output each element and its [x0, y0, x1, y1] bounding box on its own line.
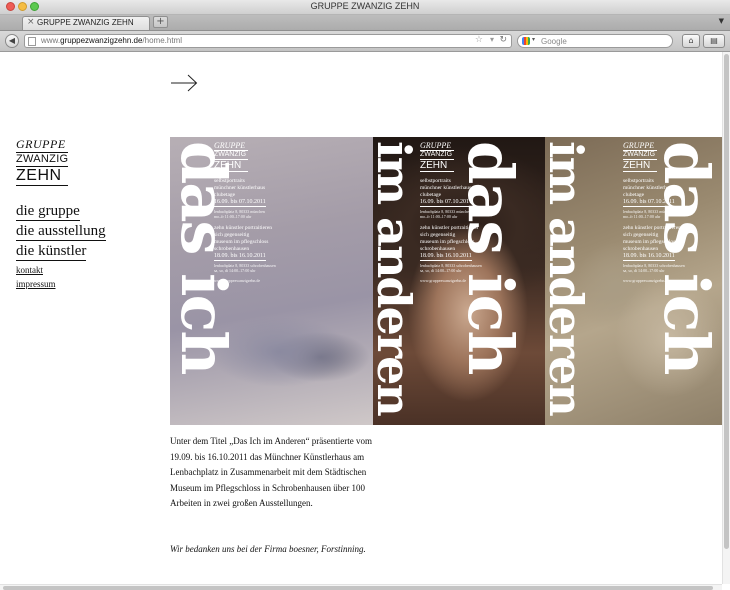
site-logo[interactable]: GRUPPE ZWANZIG ZEHN — [16, 138, 68, 186]
search-input[interactable] — [541, 35, 666, 47]
poster-3-small-2: lenbachplatz 8, 80333 schrobenhausen sa,… — [623, 263, 685, 273]
url-prefix: www. — [41, 36, 61, 45]
reload-icon[interactable]: ↻ — [499, 35, 507, 45]
poster-2-text-1: selbstportraits münchner künstlerhaus cl… — [420, 178, 472, 198]
nav-link-die-kuenstler[interactable]: die künstler — [16, 242, 87, 261]
poster-3-date-2: 18.09. bis 16.10.2011 — [623, 253, 675, 261]
tab-close-icon[interactable]: × — [27, 17, 35, 27]
poster-1-small-1: lenbachplatz 8, 80333 münchen mo–fr 11:0… — [214, 209, 265, 219]
browser-toolbar: ◀ www.gruppezwanzigzehn.de/home.html ☆ ▾… — [0, 31, 730, 52]
vertical-scrollbar[interactable] — [722, 52, 730, 584]
window-title: GRUPPE ZWANZIG ZEHN — [310, 1, 420, 11]
nav-link-impressum[interactable]: impressum — [16, 278, 56, 291]
tab-bar: × GRUPPE ZWANZIG ZEHN + ▼ — [0, 15, 730, 31]
exhibition-description: Unter dem Titel „Das Ich im Anderen“ prä… — [170, 436, 372, 508]
google-icon[interactable] — [522, 37, 530, 45]
poster-1-logo-2: ZWANZIG — [214, 151, 248, 160]
poster-3-text-2: zehn künstler portraitieren sich gegense… — [623, 225, 682, 252]
web-page: GRUPPE ZWANZIG ZEHN die gruppe die ausst… — [0, 52, 722, 584]
poster-3: im anderen das ich GRUPPE ZWANZIG ZEHN s… — [545, 137, 722, 425]
poster-3-subtitle: im anderen — [545, 141, 593, 415]
logo-line-1: GRUPPE — [16, 138, 68, 153]
poster-3-logo-2: ZWANZIG — [623, 151, 657, 160]
poster-2-info: GRUPPE ZWANZIG ZEHN selbstportraits münc… — [420, 141, 482, 283]
poster-1: das ich GRUPPE ZWANZIG ZEHN selbstportra… — [170, 137, 373, 425]
poster-banner: das ich GRUPPE ZWANZIG ZEHN selbstportra… — [170, 137, 722, 425]
tab-label: GRUPPE ZWANZIG ZEHN — [37, 18, 134, 27]
page-icon — [28, 37, 36, 46]
sponsor-thanks: Wir bedanken uns bei der Firma boesner, … — [170, 544, 366, 554]
poster-2-web: www.gruppezwanzigzehn.de — [420, 278, 467, 283]
nav-link-die-ausstellung[interactable]: die ausstellung — [16, 222, 106, 241]
url-dropdown-icon[interactable]: ▾ — [490, 35, 494, 44]
poster-3-date-1: 16.09. bis 07.10.2011 — [623, 199, 675, 207]
poster-3-small-1: lenbachplatz 8, 80333 münchen mo–fr 11:0… — [623, 209, 674, 219]
main-nav: die gruppe die ausstellung die künstler … — [16, 202, 106, 291]
new-tab-button[interactable]: + — [153, 16, 168, 28]
poster-2-logo-1: GRUPPE — [420, 141, 454, 151]
poster-2-logo-2: ZWANZIG — [420, 151, 454, 160]
poster-2-text-2: zehn künstler portraitieren sich gegense… — [420, 225, 479, 252]
poster-1-logo-1: GRUPPE — [214, 141, 248, 151]
poster-1-text-1: selbstportraits münchner künstlerhaus cl… — [214, 178, 266, 198]
poster-3-info: GRUPPE ZWANZIG ZEHN selbstportraits münc… — [623, 141, 685, 283]
poster-1-date-1: 16.09. bis 07.10.2011 — [214, 199, 266, 207]
title-bar: GRUPPE ZWANZIG ZEHN — [0, 0, 730, 15]
back-button[interactable]: ◀ — [5, 34, 19, 48]
home-button[interactable]: ⌂ — [682, 34, 700, 48]
poster-1-web: www.gruppezwanzigzehn.de — [214, 278, 261, 283]
tab-overflow-icon[interactable]: ▼ — [719, 17, 724, 25]
poster-2-small-1: lenbachplatz 8, 80333 münchen mo–fr 11:0… — [420, 209, 471, 219]
logo-line-3: ZEHN — [16, 167, 68, 186]
poster-2: im anderen das ich GRUPPE ZWANZIG ZEHN s… — [373, 137, 545, 425]
poster-3-web: www.gruppezwanzigzehn.de — [623, 278, 670, 283]
nav-link-kontakt[interactable]: kontakt — [16, 264, 43, 277]
vertical-scrollbar-thumb[interactable] — [724, 54, 729, 549]
poster-1-text-2: zehn künstler portraitieren sich gegense… — [214, 225, 273, 252]
poster-3-logo-3: ZEHN — [623, 160, 657, 172]
tab-active[interactable]: × GRUPPE ZWANZIG ZEHN — [22, 16, 150, 30]
bookmarks-button[interactable]: ▤ — [703, 34, 725, 48]
poster-3-text-1: selbstportraits münchner künstlerhaus cl… — [623, 178, 675, 198]
horizontal-scrollbar[interactable] — [0, 584, 722, 590]
next-arrow-icon[interactable] — [170, 74, 198, 92]
poster-2-subtitle: im anderen — [373, 141, 421, 415]
poster-2-small-2: lenbachplatz 8, 80333 schrobenhausen sa,… — [420, 263, 482, 273]
search-bar[interactable]: ▾ — [517, 34, 673, 48]
nav-link-die-gruppe[interactable]: die gruppe — [16, 202, 80, 221]
poster-3-logo-1: GRUPPE — [623, 141, 657, 151]
url-path: /home.html — [142, 36, 182, 45]
poster-1-date-2: 18.09. bis 16.10.2011 — [214, 253, 266, 261]
url-domain: gruppezwanzigzehn.de — [60, 36, 143, 45]
poster-2-logo-3: ZEHN — [420, 160, 454, 172]
url-text[interactable]: www.gruppezwanzigzehn.de/home.html — [41, 36, 182, 45]
poster-1-info: GRUPPE ZWANZIG ZEHN selbstportraits münc… — [214, 141, 276, 283]
poster-2-date-2: 18.09. bis 16.10.2011 — [420, 253, 472, 261]
bookmark-star-icon[interactable]: ☆ — [475, 35, 483, 45]
search-engine-dropdown-icon[interactable]: ▾ — [532, 36, 535, 43]
address-bar[interactable]: www.gruppezwanzigzehn.de/home.html ☆ ▾ ↻ — [24, 34, 512, 48]
poster-1-small-2: lenbachplatz 8, 80333 schrobenhausen sa,… — [214, 263, 276, 273]
poster-2-date-1: 16.09. bis 07.10.2011 — [420, 199, 472, 207]
poster-1-logo-3: ZEHN — [214, 160, 248, 172]
horizontal-scrollbar-thumb[interactable] — [3, 586, 713, 590]
logo-line-2: ZWANZIG — [16, 153, 69, 167]
